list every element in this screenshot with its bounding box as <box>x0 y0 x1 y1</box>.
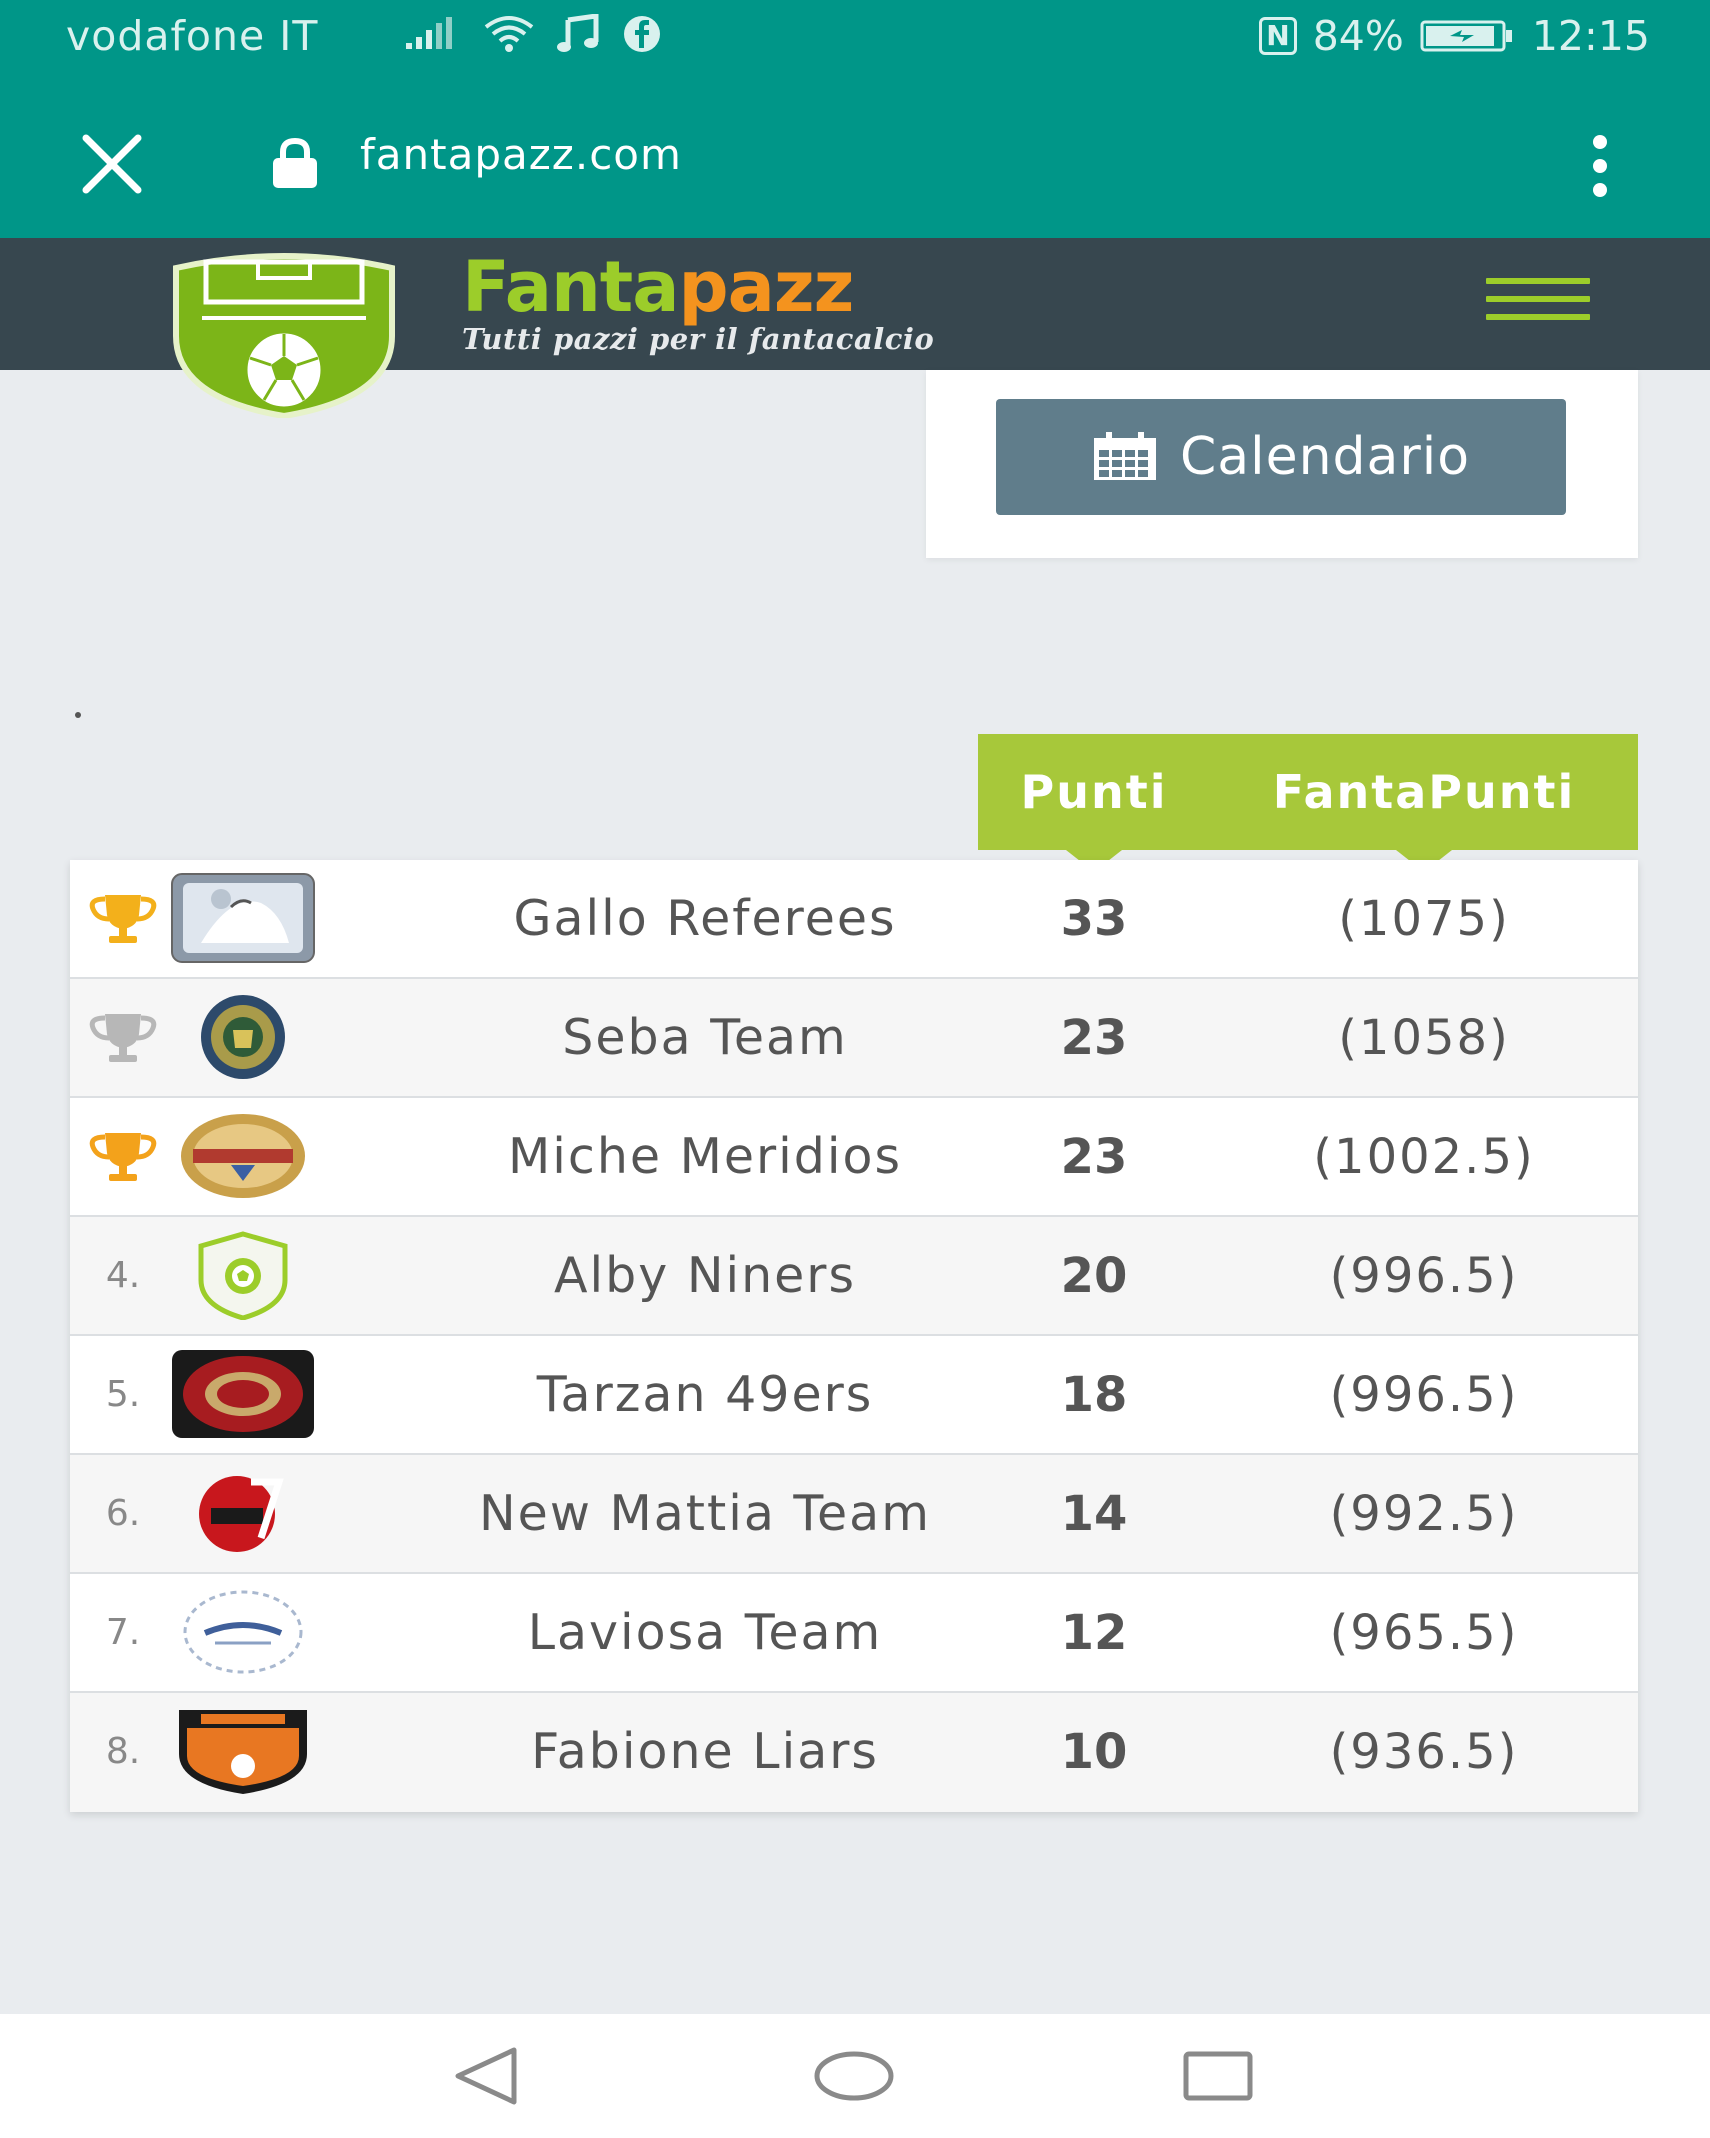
fantapoints-cell: (996.5) <box>1329 1247 1519 1304</box>
team-logo <box>170 1586 316 1678</box>
table-row[interactable]: Gallo Referees 33 (1075) <box>70 860 1638 979</box>
signal-icon <box>406 17 452 49</box>
team-logo <box>170 991 316 1083</box>
fantapazz-logo[interactable] <box>166 248 402 418</box>
brand-tagline: Tutti pazzi per il fantacalcio <box>462 322 935 356</box>
rank-cell: 6. <box>105 1493 141 1534</box>
fantapoints-cell: (1075) <box>1338 890 1510 947</box>
battery-charging-icon <box>1420 20 1512 52</box>
status-icons <box>404 14 662 54</box>
status-bar: vodafone IT N 84% 12:15 <box>0 0 1710 88</box>
standings-header: Punti FantaPunti <box>978 734 1638 872</box>
nfc-icon: N <box>1259 17 1297 55</box>
team-name: Gallo Referees <box>513 890 897 947</box>
calendar-icon <box>1093 432 1156 480</box>
clock: 12:15 <box>1531 12 1650 60</box>
points-cell: 10 <box>1060 1723 1128 1780</box>
rank-cell: 8. <box>105 1731 141 1772</box>
team-logo <box>170 1705 316 1797</box>
standings-table: Gallo Referees 33 (1075) Seba Team 23 (1… <box>70 860 1638 1812</box>
rank-cell <box>70 979 176 1096</box>
points-cell: 18 <box>1060 1366 1128 1423</box>
music-icon <box>557 14 599 52</box>
wifi-icon <box>484 16 534 52</box>
trophy-gold-icon <box>89 894 157 943</box>
home-icon[interactable] <box>814 2050 894 2102</box>
recent-apps-icon[interactable] <box>1182 2050 1254 2102</box>
table-row[interactable]: Miche Meridios 23 (1002.5) <box>70 1098 1638 1217</box>
fantapoints-cell: (1058) <box>1338 1009 1510 1066</box>
trophy-bronze-icon <box>89 1132 157 1181</box>
lock-icon <box>273 137 317 188</box>
header-fantapunti[interactable]: FantaPunti <box>1210 734 1638 850</box>
stray-dot <box>75 712 81 718</box>
team-name: Tarzan 49ers <box>536 1366 874 1423</box>
team-logo <box>170 1348 316 1440</box>
android-nav-bar <box>0 2014 1710 2138</box>
rank-cell <box>70 1098 176 1215</box>
table-row[interactable]: Seba Team 23 (1058) <box>70 979 1638 1098</box>
points-cell: 14 <box>1060 1485 1128 1542</box>
table-row[interactable]: 5. Tarzan 49ers 18 (996.5) <box>70 1336 1638 1455</box>
header-punti[interactable]: Punti <box>978 734 1210 850</box>
brand-name: Fantapazz <box>462 246 854 328</box>
fantapoints-cell: (936.5) <box>1329 1723 1519 1780</box>
trophy-silver-icon <box>89 1013 157 1062</box>
back-icon[interactable] <box>452 2046 522 2106</box>
browser-toolbar: fantapazz.com <box>0 88 1710 238</box>
points-cell: 23 <box>1060 1128 1128 1185</box>
table-row[interactable]: 6. New Mattia Team 14 (992.5) <box>70 1455 1638 1574</box>
calendar-card: Calendario <box>926 370 1638 558</box>
calendar-button-label: Calendario <box>1179 427 1471 487</box>
more-vert-icon[interactable] <box>1580 128 1620 204</box>
team-name: Miche Meridios <box>507 1128 903 1185</box>
table-row[interactable]: 4. Alby Niners 20 (996.5) <box>70 1217 1638 1336</box>
carrier-name: vodafone IT <box>66 12 319 60</box>
team-name: New Mattia Team <box>479 1485 931 1542</box>
rank-cell: 4. <box>105 1255 141 1296</box>
hamburger-menu-icon[interactable] <box>1486 278 1590 322</box>
brand[interactable]: Fantapazz Tutti pazzi per il fantacalcio <box>462 250 934 356</box>
status-right: N 84% 12:15 <box>1259 12 1650 60</box>
team-logo <box>170 1229 316 1321</box>
calendar-button[interactable]: Calendario <box>996 399 1566 515</box>
rank-cell: 7. <box>105 1612 141 1653</box>
points-cell: 12 <box>1060 1604 1128 1661</box>
points-cell: 33 <box>1060 890 1128 947</box>
table-row[interactable]: 8. Fabione Liars 10 (936.5) <box>70 1693 1638 1812</box>
rank-cell <box>70 860 176 977</box>
close-icon[interactable] <box>80 132 144 196</box>
table-row[interactable]: 7. Laviosa Team 12 (965.5) <box>70 1574 1638 1693</box>
rank-cell: 5. <box>105 1374 141 1415</box>
team-logo <box>170 872 316 964</box>
points-cell: 23 <box>1060 1009 1128 1066</box>
url-text[interactable]: fantapazz.com <box>360 130 682 179</box>
fantapoints-cell: (1002.5) <box>1313 1128 1535 1185</box>
fantapoints-cell: (992.5) <box>1329 1485 1519 1542</box>
team-name: Laviosa Team <box>527 1604 883 1661</box>
fantapoints-cell: (965.5) <box>1329 1604 1519 1661</box>
team-logo <box>170 1467 316 1559</box>
points-cell: 20 <box>1060 1247 1128 1304</box>
team-name: Seba Team <box>562 1009 848 1066</box>
facebook-icon <box>624 16 660 52</box>
battery-percent: 84% <box>1312 12 1404 60</box>
fantapoints-cell: (996.5) <box>1329 1366 1519 1423</box>
team-logo <box>170 1110 316 1202</box>
team-name: Alby Niners <box>554 1247 856 1304</box>
team-name: Fabione Liars <box>531 1723 879 1780</box>
